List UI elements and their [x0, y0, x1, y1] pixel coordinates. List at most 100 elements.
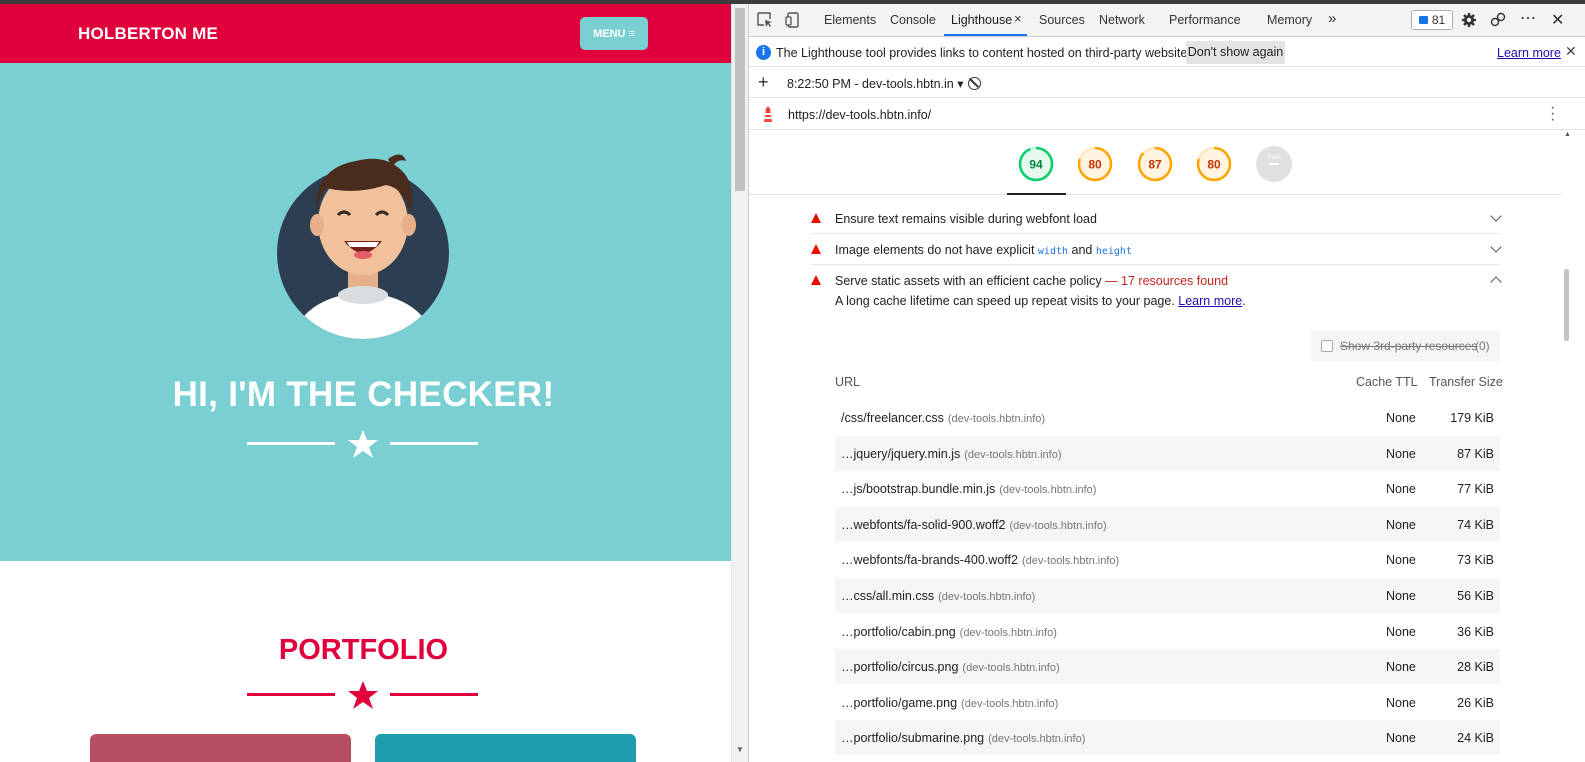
score-gauge-accessibility[interactable]: 80: [1076, 145, 1114, 183]
row-url[interactable]: /css/freelancer.css (dev-tools.hbtn.info): [841, 411, 1045, 425]
fail-triangle-icon: [811, 213, 821, 223]
report-scrollbar-thumb[interactable]: [1564, 269, 1569, 341]
row-url[interactable]: …portfolio/game.png (dev-tools.hbtn.info): [841, 696, 1058, 710]
devtools-tabbar: Elements Console Lighthouse × Sources Ne…: [749, 4, 1585, 37]
page-viewport: HOLBERTON ME MENU ≡ HI, I'M THE CHECKER!…: [0, 4, 731, 762]
hero-section: HI, I'M THE CHECKER!: [0, 63, 731, 561]
customize-icon[interactable]: [1490, 12, 1506, 28]
table-row[interactable]: …portfolio/circus.png (dev-tools.hbtn.inf…: [835, 649, 1500, 685]
table-row[interactable]: /css/freelancer.css (dev-tools.hbtn.info)…: [835, 400, 1500, 435]
tab-console[interactable]: Console: [890, 13, 936, 27]
score-gauge-pwa[interactable]: PWA: [1255, 145, 1293, 183]
new-report-icon[interactable]: +: [758, 72, 769, 93]
scroll-down-arrow-icon[interactable]: ▼: [736, 745, 744, 754]
portfolio-card-cabin[interactable]: [90, 734, 351, 762]
table-row[interactable]: …portfolio/cabin.png (dev-tools.hbtn.info…: [835, 614, 1500, 649]
table-row[interactable]: …js/bootstrap.bundle.min.js (dev-tools.hb…: [835, 471, 1500, 506]
table-row[interactable]: …css/all.min.css (dev-tools.hbtn.info) Non…: [835, 578, 1500, 613]
site-navbar: HOLBERTON ME MENU ≡: [0, 4, 731, 63]
inspect-element-icon[interactable]: [757, 12, 773, 28]
menu-label: MENU: [593, 27, 626, 40]
row-host: (dev-tools.hbtn.info): [999, 484, 1097, 497]
table-row[interactable]: …jquery/jquery.min.js (dev-tools.hbtn.inf…: [835, 435, 1500, 471]
third-party-filter[interactable]: Show 3rd-party resources (0): [1311, 330, 1500, 361]
close-icon[interactable]: ✕: [1565, 43, 1577, 60]
third-party-count: (0): [1475, 339, 1490, 353]
row-url[interactable]: …portfolio/cabin.png (dev-tools.hbtn.info…: [841, 625, 1057, 639]
row-url[interactable]: …js/bootstrap.bundle.min.js (dev-tools.hb…: [841, 482, 1096, 496]
tab-performance[interactable]: Performance: [1169, 13, 1241, 27]
table-row[interactable]: …webfonts/fa-brands-400.woff2 (dev-tools.…: [835, 542, 1500, 577]
table-row[interactable]: …portfolio/game.png (dev-tools.hbtn.info)…: [835, 685, 1500, 720]
settings-gear-icon[interactable]: [1461, 12, 1477, 28]
tab-lighthouse[interactable]: Lighthouse: [951, 13, 1012, 27]
audit-description: A long cache lifetime can speed up repea…: [835, 294, 1246, 308]
menu-button[interactable]: MENU ≡: [580, 17, 648, 50]
row-host: (dev-tools.hbtn.info): [1021, 555, 1120, 568]
audit-webfont[interactable]: Ensure text remains visible during webfo…: [811, 203, 1502, 234]
row-cache-ttl: None: [1386, 695, 1416, 710]
report-url-bar: https://dev-tools.hbtn.info/ · · ·: [749, 99, 1585, 130]
row-host: (dev-tools.hbtn.info): [962, 662, 1060, 675]
tab-memory[interactable]: Memory: [1267, 13, 1312, 27]
row-url[interactable]: …webfonts/fa-brands-400.woff2 (dev-tools.…: [841, 553, 1119, 567]
row-url[interactable]: …jquery/jquery.min.js (dev-tools.hbtn.inf…: [841, 447, 1061, 461]
learn-more-link[interactable]: Learn more: [1497, 46, 1561, 60]
row-url[interactable]: …css/all.min.css (dev-tools.hbtn.info): [841, 589, 1035, 603]
page-scrollbar-thumb[interactable]: [735, 8, 745, 191]
report-kebab-icon[interactable]: · · ·: [1550, 100, 1555, 128]
row-url[interactable]: …portfolio/submarine.png (dev-tools.hbtn.…: [841, 731, 1085, 745]
score-value: 80: [1088, 158, 1102, 172]
close-lighthouse-tab-icon[interactable]: ×: [1014, 11, 1022, 26]
score-gauge-seo[interactable]: 80: [1195, 145, 1233, 183]
issues-icon: [1418, 16, 1428, 24]
close-devtools-icon[interactable]: ✕: [1551, 10, 1564, 30]
page-scrollbar[interactable]: ▼: [731, 4, 748, 762]
row-cache-ttl: None: [1386, 553, 1416, 568]
kebab-menu-icon[interactable]: ⋯: [1520, 8, 1536, 28]
report-url: https://dev-tools.hbtn.info/: [788, 108, 932, 122]
dont-show-again-button[interactable]: Don't show again: [1186, 41, 1285, 64]
score-value: 94: [1029, 158, 1043, 172]
table-row[interactable]: …webfonts/fa-solid-900.woff2 (dev-tools.h…: [835, 506, 1500, 542]
row-transfer-size: 73 KiB: [1457, 553, 1494, 568]
third-party-checkbox[interactable]: [1321, 340, 1333, 352]
score-gauge-performance[interactable]: 94: [1017, 145, 1055, 183]
device-toolbar-icon[interactable]: [785, 12, 801, 28]
hero-star-divider: [247, 430, 478, 458]
portfolio-card-cake[interactable]: [375, 734, 636, 762]
tab-elements[interactable]: Elements: [824, 13, 876, 27]
score-gauge-best-practices[interactable]: 87: [1136, 145, 1174, 183]
row-host: (dev-tools.hbtn.info): [959, 626, 1057, 639]
scroll-up-arrow-icon[interactable]: ▲: [1564, 131, 1571, 138]
site-brand[interactable]: HOLBERTON ME: [78, 24, 218, 44]
third-party-label: Show 3rd-party resources: [1340, 339, 1478, 353]
row-transfer-size: 56 KiB: [1457, 589, 1494, 603]
clear-icon[interactable]: [968, 77, 981, 90]
lighthouse-logo-icon: [764, 106, 772, 122]
issues-badge[interactable]: 81: [1411, 10, 1453, 30]
column-header-transfer-size: Transfer Size: [1429, 375, 1503, 389]
star-icon: [348, 430, 378, 458]
row-url[interactable]: …portfolio/circus.png (dev-tools.hbtn.inf…: [841, 660, 1060, 674]
row-transfer-size: 74 KiB: [1457, 517, 1494, 532]
hero-title: HI, I'M THE CHECKER!: [172, 375, 555, 414]
report-scrollbar[interactable]: [1562, 131, 1585, 762]
tab-sources[interactable]: Sources: [1039, 13, 1085, 27]
row-cache-ttl: None: [1386, 411, 1416, 425]
row-transfer-size: 87 KiB: [1457, 446, 1494, 461]
row-transfer-size: 28 KiB: [1457, 660, 1494, 675]
row-url[interactable]: …webfonts/fa-solid-900.woff2 (dev-tools.h…: [841, 518, 1107, 532]
row-cache-ttl: None: [1386, 624, 1416, 639]
chevron-down-icon: [1490, 241, 1502, 253]
report-select[interactable]: 8:22:50 PM - dev-tools.hbtn.in ▾: [787, 76, 964, 91]
score-value: 87: [1148, 158, 1162, 172]
tab-network[interactable]: Network: [1099, 13, 1145, 27]
table-row[interactable]: …portfolio/submarine.png (dev-tools.hbtn.…: [835, 720, 1500, 756]
audit-image-dimensions[interactable]: Image elements do not have explicit widt…: [811, 234, 1502, 265]
row-host: (dev-tools.hbtn.info): [1009, 519, 1107, 532]
fail-triangle-icon: [811, 275, 821, 285]
audit-learn-more-link[interactable]: Learn more: [1178, 294, 1242, 308]
more-tabs-icon[interactable]: »: [1328, 10, 1336, 27]
audit-cache-policy[interactable]: Serve static assets with an efficient ca…: [811, 265, 1502, 296]
